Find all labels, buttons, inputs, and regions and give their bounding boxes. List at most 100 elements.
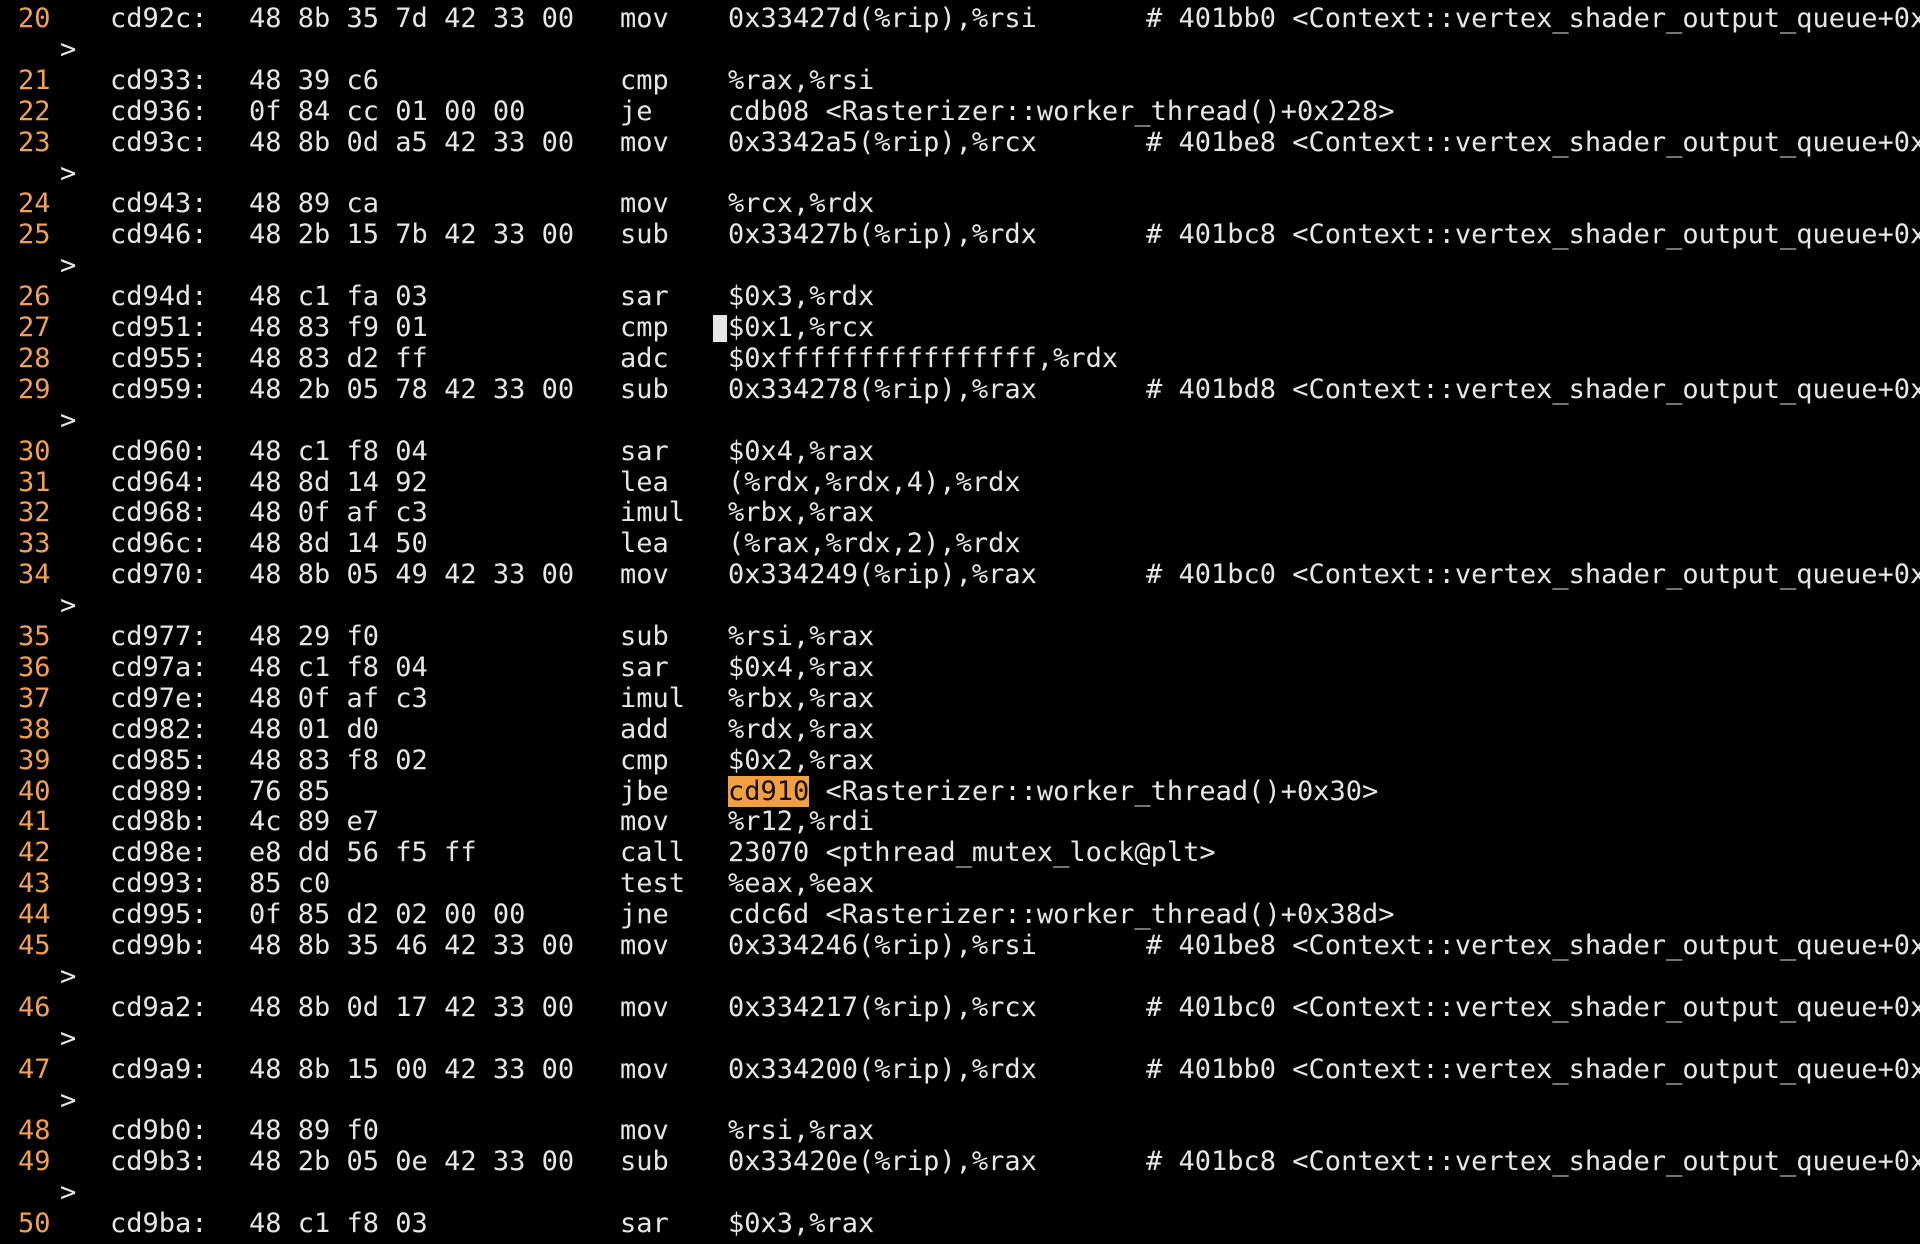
- instruction-operands: %rdx,%rax: [728, 714, 874, 745]
- instruction-bytes: 48 8b 05 49 42 33 00: [249, 559, 575, 591]
- disassembly-line[interactable]: 38 cd982: 48 01 d0 add %rdx,%rax: [0, 713, 1920, 745]
- disassembly-line[interactable]: 45 cd99b: 48 8b 35 46 42 33 00 mov 0x334246(…: [0, 931, 1920, 961]
- instruction-bytes: 48 29 f0: [249, 621, 380, 652]
- disassembly-line[interactable]: 24 cd943: 48 89 ca mov %rcx,%rdx: [0, 189, 1920, 219]
- disassembly-line[interactable]: 35 cd977: 48 29 f0 sub %rsi,%rax: [0, 622, 1920, 652]
- instruction-operands: 0x3342a5(%rip),%rcx: [728, 126, 1037, 158]
- disassembly-line[interactable]: 46 cd9a2: 48 8b 0d 17 42 33 00 mov 0x334217(…: [0, 991, 1920, 1023]
- line-number: 47: [18, 1053, 51, 1085]
- terminal-window[interactable]: 20 cd92c: 48 8b 35 7d 42 33 00 mov 0x33427d(…: [0, 0, 1920, 1244]
- wrapped-line-continuation: >: [0, 405, 1920, 436]
- line-number: 46: [18, 991, 51, 1023]
- operands-text: 0x3342a5(%rip),%rcx: [728, 126, 1037, 158]
- instruction-bytes: 48 89 ca: [249, 188, 380, 220]
- instruction-mnemonic: mov: [620, 991, 669, 1023]
- disassembly-line[interactable]: 36 cd97a: 48 c1 f8 04 sar $0x4,%rax: [0, 651, 1920, 683]
- disassembly-line[interactable]: 30 cd960: 48 c1 f8 04 sar $0x4,%rax: [0, 435, 1920, 467]
- instruction-operands: $0x2,%rax: [728, 744, 875, 776]
- disassembly-line[interactable]: 43 cd993: 85 c0 test %eax,%eax: [0, 869, 1920, 899]
- instruction-mnemonic: sar: [620, 281, 669, 313]
- disassembly-line[interactable]: 37 cd97e: 48 0f af c3 imul %rbx,%rax: [0, 682, 1920, 714]
- disassembly-line[interactable]: 23 cd93c: 48 8b 0d a5 42 33 00 mov 0x3342a5(…: [0, 126, 1920, 158]
- instruction-address: cd9ba:: [110, 1208, 208, 1240]
- instruction-address: cd982:: [110, 713, 208, 745]
- search-highlight[interactable]: cd910: [728, 775, 810, 807]
- disassembly-line[interactable]: 48 cd9b0: 48 89 f0 mov %rsi,%rax: [0, 1116, 1920, 1146]
- operands-text: $0x4,%rax: [728, 435, 875, 467]
- symbol-comment: # 401be8 <Context::vertex_shader_output_…: [1146, 930, 1920, 961]
- instruction-operands: %rcx,%rdx: [728, 189, 874, 219]
- disassembly-line[interactable]: 39 cd985: 48 83 f8 02 cmp $0x2,%rax: [0, 744, 1920, 776]
- instruction-operands: $0x4,%rax: [728, 435, 875, 467]
- line-number: 44: [18, 899, 51, 931]
- instruction-address: cd97a:: [110, 651, 208, 683]
- disassembly-line[interactable]: 50 cd9ba: 48 c1 f8 03 sar $0x3,%rax: [0, 1209, 1920, 1239]
- instruction-bytes: 48 39 c6: [249, 64, 380, 96]
- instruction-mnemonic: sub: [620, 373, 669, 405]
- instruction-operands: $0x3,%rax: [728, 1209, 874, 1239]
- continuation-marker: >: [60, 1177, 77, 1209]
- instruction-bytes: 48 89 f0: [249, 1115, 380, 1147]
- disassembly-line[interactable]: 47 cd9a9: 48 8b 15 00 42 33 00 mov 0x334200(…: [0, 1053, 1920, 1085]
- instruction-mnemonic: imul: [620, 497, 686, 529]
- instruction-address: cd9a2:: [110, 991, 208, 1023]
- disassembly-line[interactable]: 33 cd96c: 48 8d 14 50 lea (%rax,%rdx,2),%rdx: [0, 529, 1920, 559]
- disassembly-line[interactable]: 42 cd98e: e8 dd 56 f5 ff call 23070 <pthread…: [0, 838, 1920, 868]
- instruction-operands: %rsi,%rax: [728, 622, 874, 652]
- disassembly-line[interactable]: 25 cd946: 48 2b 15 7b 42 33 00 sub 0x33427b(…: [0, 220, 1920, 250]
- disassembly-line[interactable]: 41 cd98b: 4c 89 e7 mov %r12,%rdi: [0, 807, 1920, 837]
- instruction-address: cd946:: [110, 219, 208, 251]
- instruction-mnemonic: add: [620, 713, 669, 745]
- disassembly-line[interactable]: 40 cd989: 76 85 jbe cd910 <Rasterizer::worke…: [0, 775, 1920, 807]
- disassembly-line[interactable]: 28 cd955: 48 83 d2 ff adc $0xfffffffffffffff…: [0, 343, 1920, 374]
- instruction-bytes: 48 2b 15 7b 42 33 00: [249, 219, 575, 251]
- text-cursor: [713, 315, 727, 342]
- symbol-comment: # 401be8 <Context::vertex_shader_output_…: [1146, 126, 1920, 158]
- disassembly-line[interactable]: 49 cd9b3: 48 2b 05 0e 42 33 00 sub 0x33420e(…: [0, 1147, 1920, 1177]
- wrapped-line-continuation: >: [0, 1178, 1920, 1208]
- operands-text: %eax,%eax: [728, 868, 875, 900]
- operands-text: <Rasterizer::worker_thread()+0x30>: [809, 775, 1379, 807]
- instruction-address: cd9b0:: [110, 1115, 208, 1147]
- disassembly-line[interactable]: 44 cd995: 0f 85 d2 02 00 00 jne cdc6d <Raste…: [0, 900, 1920, 930]
- line-number: 48: [18, 1115, 51, 1147]
- line-number: 31: [18, 466, 51, 498]
- disassembly-line[interactable]: 29 cd959: 48 2b 05 78 42 33 00 sub 0x334278(…: [0, 373, 1920, 405]
- instruction-mnemonic: sar: [620, 1208, 669, 1240]
- instruction-address: cd96c:: [110, 528, 208, 560]
- instruction-operands: %eax,%eax: [728, 869, 874, 899]
- instruction-mnemonic: jbe: [620, 775, 669, 807]
- operands-text: $0x2,%rax: [728, 744, 875, 776]
- disassembly-line[interactable]: 21 cd933: 48 39 c6 cmp %rax,%rsi: [0, 64, 1920, 96]
- disassembly-line[interactable]: 20 cd92c: 48 8b 35 7d 42 33 00 mov 0x33427d(…: [0, 4, 1920, 34]
- disassembly-line[interactable]: 32 cd968: 48 0f af c3 imul %rbx,%rax: [0, 498, 1920, 528]
- operands-text: 0x334249(%rip),%rax: [728, 559, 1037, 591]
- line-number: 43: [18, 868, 51, 900]
- instruction-address: cd933:: [110, 64, 208, 96]
- line-number: 49: [18, 1146, 51, 1178]
- instruction-bytes: e8 dd 56 f5 ff: [249, 837, 477, 869]
- instruction-operands: %rsi,%rax: [728, 1116, 874, 1146]
- disassembly-line[interactable]: 27 cd951: 48 83 f9 01 cmp $0x1,%rcx: [0, 313, 1920, 343]
- instruction-operands: 0x33427d(%rip),%rsi: [728, 4, 1037, 34]
- line-number: 27: [18, 312, 51, 343]
- instruction-bytes: 76 85: [249, 775, 331, 807]
- continuation-marker: >: [60, 1022, 77, 1054]
- instruction-bytes: 48 2b 05 0e 42 33 00: [249, 1146, 575, 1178]
- disassembly-line[interactable]: 26 cd94d: 48 c1 fa 03 sar $0x3,%rdx: [0, 282, 1920, 312]
- disassembly-line[interactable]: 31 cd964: 48 8d 14 92 lea (%rdx,%rdx,4),%rdx: [0, 466, 1920, 498]
- line-number: 50: [18, 1208, 51, 1240]
- disassembly-line[interactable]: 22 cd936: 0f 84 cc 01 00 00 je cdb08 <Raster…: [0, 96, 1920, 127]
- instruction-bytes: 48 8b 35 46 42 33 00: [249, 930, 575, 961]
- instruction-address: cd995:: [110, 899, 208, 931]
- disassembly-line[interactable]: 34 cd970: 48 8b 05 49 42 33 00 mov 0x334249(…: [0, 560, 1920, 590]
- instruction-bytes: 4c 89 e7: [249, 806, 380, 838]
- wrapped-line-continuation: >: [0, 1022, 1920, 1054]
- instruction-operands: %rbx,%rax: [728, 682, 875, 714]
- operands-text: %rbx,%rax: [728, 682, 875, 714]
- operands-text: %rcx,%rdx: [728, 188, 875, 220]
- instruction-address: cd98b:: [110, 806, 208, 838]
- instruction-address: cd985:: [110, 744, 208, 776]
- operands-text: $0x3,%rdx: [728, 281, 875, 313]
- instruction-address: cd99b:: [110, 930, 208, 961]
